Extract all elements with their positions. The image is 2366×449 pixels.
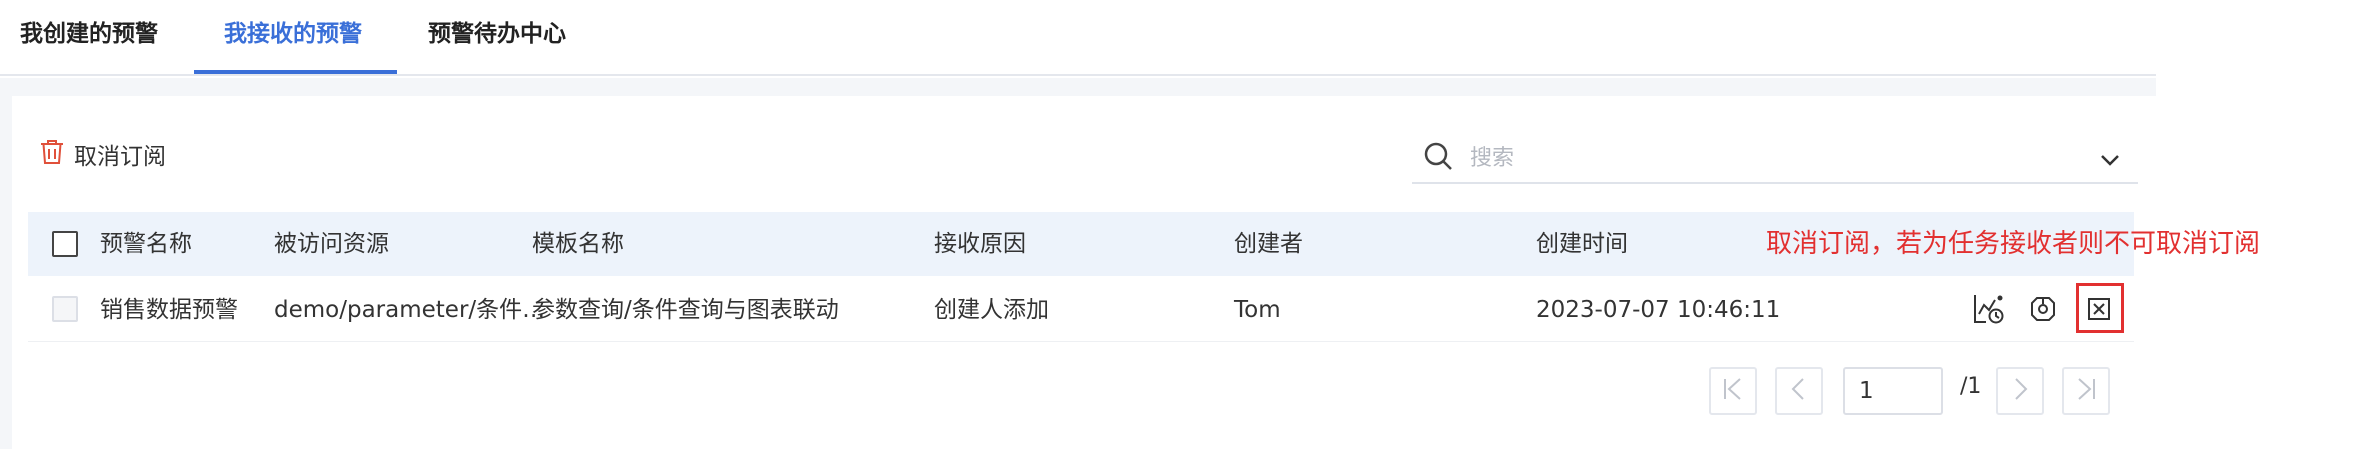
header-accessed-resource: 被访问资源 — [274, 231, 389, 257]
table-row: 销售数据预警 demo/parameter/条件… 参数查询/条件查询与图表联动… — [28, 276, 2134, 342]
unsubscribe-label: 取消订阅 — [74, 144, 166, 170]
cell-accessed-resource: demo/parameter/条件… — [274, 297, 546, 323]
last-page-icon — [2073, 376, 2099, 406]
cell-created-time: 2023-07-07 10:46:11 — [1536, 297, 1781, 323]
header-creator: 创建者 — [1234, 231, 1303, 257]
unsubscribe-annotation: 取消订阅，若为任务接收者则不可取消订阅 — [1766, 229, 2261, 259]
first-page-icon — [1720, 376, 1746, 406]
tab-my-received-alerts[interactable]: 我接收的预警 — [224, 18, 362, 50]
cell-receive-reason: 创建人添加 — [934, 297, 1049, 323]
header-template-name: 模板名称 — [532, 231, 624, 257]
chevron-down-icon[interactable] — [2098, 148, 2122, 176]
page-total: /1 — [1960, 374, 1982, 399]
chevron-right-icon — [2007, 376, 2033, 406]
unsubscribe-highlight-box — [2076, 283, 2124, 333]
chevron-left-icon — [1786, 376, 1812, 406]
row-checkbox — [52, 296, 78, 322]
cell-template-name: 参数查询/条件查询与图表联动 — [532, 297, 839, 323]
search-input[interactable] — [1470, 140, 2070, 176]
tab-alert-todo-center[interactable]: 预警待办中心 — [428, 18, 566, 50]
search-icon — [1422, 140, 1456, 178]
header-alert-name: 预警名称 — [100, 231, 192, 257]
next-page-button[interactable] — [1996, 367, 2044, 415]
prev-page-button[interactable] — [1775, 367, 1823, 415]
trash-icon — [38, 138, 66, 170]
last-page-button[interactable] — [2062, 367, 2110, 415]
tab-bar: 我创建的预警 我接收的预警 预警待办中心 — [0, 0, 2156, 76]
settings-icon[interactable] — [2024, 290, 2062, 328]
header-receive-reason: 接收原因 — [934, 231, 1026, 257]
select-all-checkbox[interactable] — [52, 231, 78, 257]
tab-my-created-alerts[interactable]: 我创建的预警 — [20, 18, 158, 50]
header-created-time: 创建时间 — [1536, 231, 1628, 257]
unsubscribe-button[interactable]: 取消订阅 — [38, 138, 166, 170]
active-tab-indicator — [194, 70, 397, 74]
chart-history-icon[interactable] — [1970, 290, 2008, 328]
search-box — [1412, 134, 2138, 184]
cell-creator: Tom — [1234, 297, 1281, 323]
page-number-input[interactable] — [1843, 367, 1943, 415]
first-page-button[interactable] — [1709, 367, 1757, 415]
cell-alert-name: 销售数据预警 — [100, 297, 238, 323]
